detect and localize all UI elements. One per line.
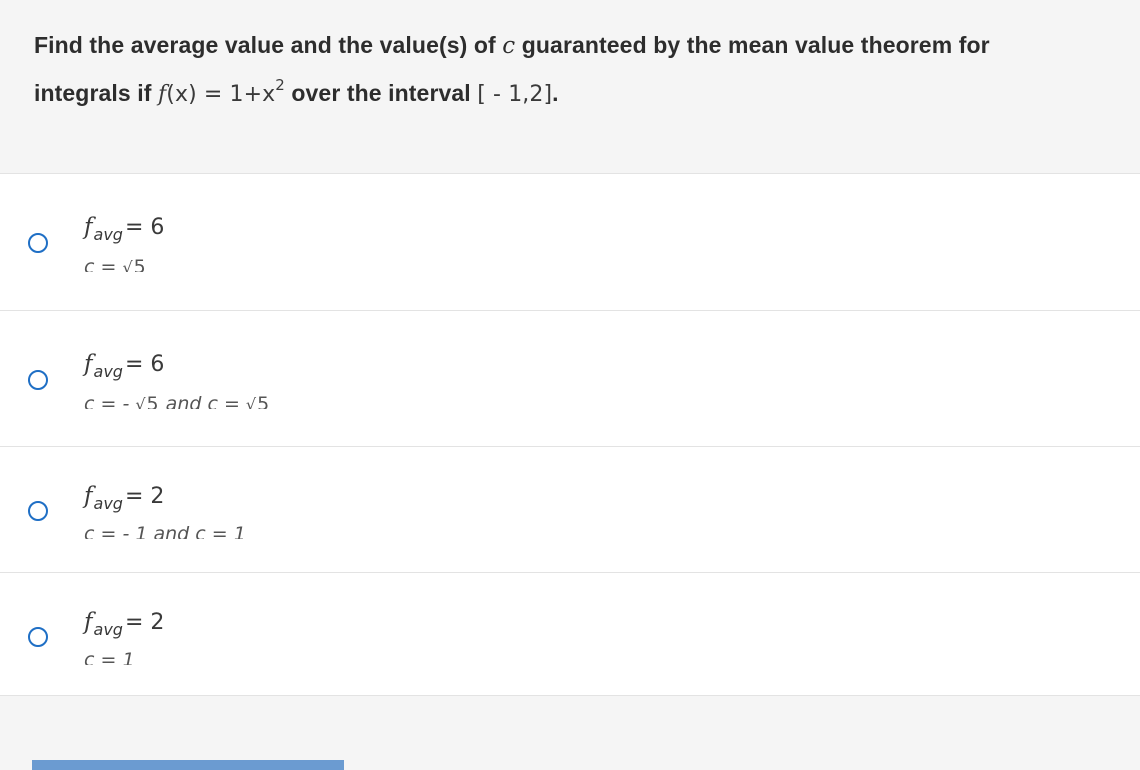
avg-subscript: avg (93, 225, 123, 244)
answer-options: favg= 6 c = √5 favg= 6 c = - √5 and c = … (0, 174, 1140, 696)
function-expression: f(x) = 1+x2 (158, 76, 285, 107)
answer-option-4[interactable]: favg= 2 c = 1 (0, 573, 1140, 696)
c-line: c = √5 (84, 256, 164, 272)
answer-option-2[interactable]: favg= 6 c = - √5 and c = √5 (0, 311, 1140, 447)
sqrt-value: 5 (132, 256, 147, 272)
exponent: 2 (275, 76, 285, 94)
radio-button[interactable] (28, 627, 48, 647)
answer-content: favg= 6 c = - √5 and c = √5 (84, 351, 271, 409)
quiz-page: Find the average value and the value(s) … (0, 0, 1140, 770)
period: . (552, 80, 559, 106)
f-avg-line: favg= 6 (84, 351, 270, 381)
question-text: Find the average value and the value(s) … (34, 32, 496, 58)
sqrt-expression: √5 (135, 393, 160, 409)
c-line: c = - √5 and c = √5 (84, 393, 271, 409)
f-label: f (84, 609, 93, 635)
radio-button[interactable] (28, 501, 48, 521)
question-line-2: integrals if f(x) = 1+x2 over the interv… (34, 76, 559, 107)
sqrt-expression: √5 (246, 393, 271, 409)
c-label: c = - (84, 393, 136, 409)
question-text-rest: guaranteed by the mean value theorem for (521, 32, 990, 58)
f-avg-value: = 6 (124, 352, 165, 377)
f-label: f (84, 351, 93, 377)
radio-button[interactable] (28, 370, 48, 390)
question-panel: Find the average value and the value(s) … (0, 0, 1140, 174)
f-avg-line: favg= 2 (84, 609, 165, 639)
answer-option-3[interactable]: favg= 2 c = - 1 and c = 1 (0, 447, 1140, 573)
answer-content: favg= 2 c = 1 (84, 609, 164, 665)
interval: [ - 1,2] (477, 82, 553, 107)
variable-c: c (502, 33, 516, 59)
f-avg-value: = 2 (124, 484, 165, 509)
f-label: f (84, 214, 93, 240)
sqrt-expression: √5 (122, 256, 147, 272)
c-line: c = - 1 and c = 1 (84, 523, 246, 539)
avg-subscript: avg (93, 620, 123, 639)
c-label: c = - 1 and c = 1 (84, 523, 246, 539)
question-text-2: integrals if (34, 80, 152, 106)
avg-subscript: avg (93, 494, 123, 513)
f-label: f (84, 483, 93, 509)
answer-content: favg= 6 c = √5 (84, 214, 164, 272)
c-line: c = 1 (84, 649, 164, 665)
f-avg-value: = 2 (124, 610, 165, 635)
question-line-1: Find the average value and the value(s) … (34, 32, 990, 59)
c-label: c = (84, 256, 123, 272)
sqrt-value: 5 (256, 393, 271, 409)
answer-option-1[interactable]: favg= 6 c = √5 (0, 174, 1140, 311)
sqrt-value: 5 (145, 393, 160, 409)
radio-button[interactable] (28, 233, 48, 253)
avg-subscript: avg (93, 362, 123, 381)
f-avg-value: = 6 (124, 215, 165, 240)
f-avg-line: favg= 2 (84, 483, 246, 513)
f-avg-line: favg= 6 (84, 214, 165, 244)
c-and-label: and c = (159, 393, 246, 409)
c-label: c = 1 (84, 649, 135, 665)
question-text-3: over the interval (291, 80, 471, 106)
submit-button[interactable] (32, 760, 344, 770)
answer-content: favg= 2 c = - 1 and c = 1 (84, 483, 246, 539)
